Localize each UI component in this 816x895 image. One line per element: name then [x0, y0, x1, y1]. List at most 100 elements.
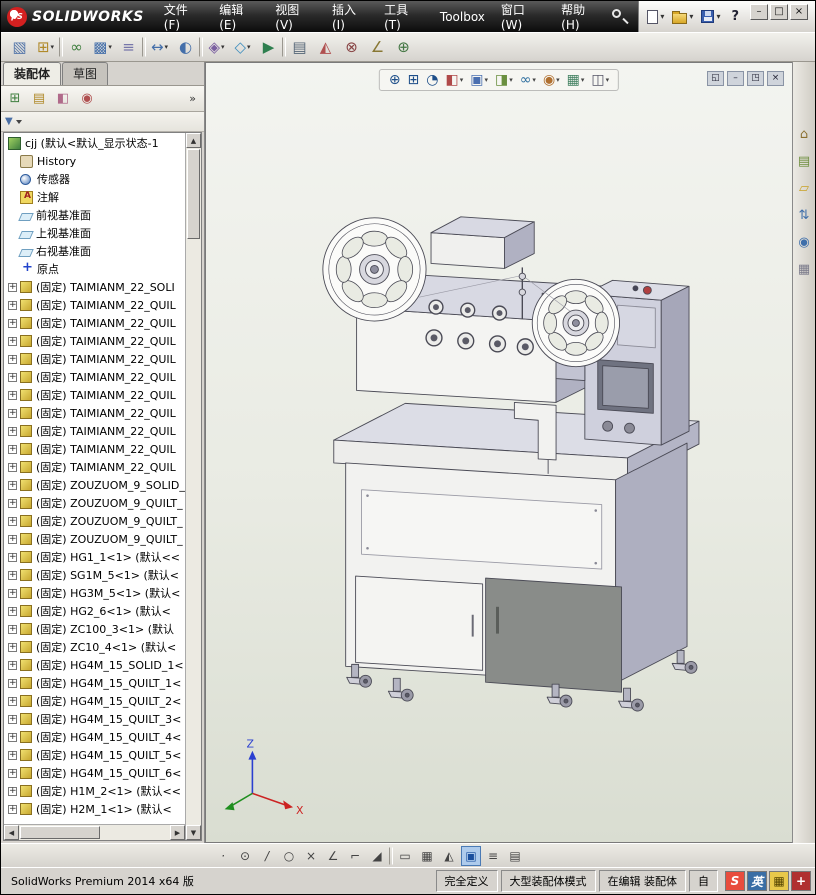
expand-icon[interactable]: [8, 534, 17, 544]
manager-overflow-icon[interactable]: »: [185, 92, 200, 105]
ime-settings-icon[interactable]: +: [791, 871, 811, 891]
tree-item[interactable]: (固定) H2M_1<1> (默认<: [4, 800, 185, 818]
tree-item[interactable]: (固定) HG3M_5<1> (默认<: [4, 584, 185, 602]
menu-item[interactable]: 编辑(E): [211, 1, 267, 32]
tree-item[interactable]: (固定) HG4M_15_QUILT_4<: [4, 728, 185, 746]
doc-close-icon[interactable]: ×: [767, 71, 784, 86]
expand-icon[interactable]: [8, 714, 17, 724]
vscroll-thumb[interactable]: [187, 149, 200, 239]
search-results-icon[interactable]: ⇅: [795, 205, 814, 225]
expand-icon[interactable]: [8, 390, 17, 400]
filter-dropdown-icon[interactable]: [15, 119, 22, 124]
tree-item[interactable]: (固定) SG1M_5<1> (默认<: [4, 566, 185, 584]
scroll-left-icon[interactable]: ◀: [4, 825, 19, 840]
open-document-icon[interactable]: [668, 8, 697, 26]
hscroll-thumb[interactable]: [20, 826, 100, 839]
toolbar-icon[interactable]: [142, 37, 146, 57]
zoom-area-icon[interactable]: ⊞: [406, 71, 422, 89]
tree-item[interactable]: (固定) TAIMIANM_22_QUIL: [4, 296, 185, 314]
tree-item[interactable]: (固定) TAIMIANM_22_QUIL: [4, 422, 185, 440]
appearances-icon[interactable]: ◉: [795, 232, 814, 252]
expand-icon[interactable]: [8, 750, 17, 760]
smart-fasteners-icon[interactable]: ≡: [116, 35, 141, 59]
hide-show-items-icon[interactable]: ∞: [518, 71, 538, 89]
scroll-up-icon[interactable]: ▲: [186, 133, 201, 148]
snap-icon[interactable]: [389, 846, 393, 865]
tree-item[interactable]: (固定) ZC10_4<1> (默认<: [4, 638, 185, 656]
ime-keyboard-icon[interactable]: ▦: [769, 871, 789, 891]
tree-item[interactable]: (固定) ZOUZUOM_9_SOLID_: [4, 476, 185, 494]
tab-assembly[interactable]: 装配体: [3, 62, 62, 85]
featuremanager-tab-icon[interactable]: ⊞: [5, 89, 25, 109]
interference-detection-icon[interactable]: ⊗: [339, 35, 364, 59]
sogou-icon[interactable]: S: [725, 871, 745, 891]
view-orientation-icon[interactable]: ▣: [468, 71, 490, 89]
tree-item[interactable]: (固定) TAIMIANM_22_QUIL: [4, 404, 185, 422]
snap-inference-icon[interactable]: ◭: [439, 846, 459, 866]
expand-icon[interactable]: [8, 660, 17, 670]
tree-item[interactable]: 右视基准面: [4, 242, 185, 260]
close-button[interactable]: ×: [790, 4, 808, 20]
menu-item[interactable]: 插入(I): [324, 1, 376, 32]
edit-component-icon[interactable]: ▧: [7, 35, 32, 59]
save-icon[interactable]: [697, 8, 724, 25]
expand-icon[interactable]: [8, 372, 17, 382]
expand-icon[interactable]: [8, 444, 17, 454]
menu-item[interactable]: 视图(V): [267, 1, 324, 32]
show-hidden-components-icon[interactable]: ◐: [173, 35, 198, 59]
toolbar-icon[interactable]: [199, 37, 203, 57]
expand-icon[interactable]: [8, 462, 17, 472]
grid-icon[interactable]: ▦: [417, 846, 437, 866]
help-button[interactable]: ?: [724, 9, 746, 24]
filter-icon[interactable]: ▼: [5, 116, 13, 127]
expand-icon[interactable]: [8, 408, 17, 418]
expand-icon[interactable]: [8, 696, 17, 706]
expand-icon[interactable]: [8, 552, 17, 562]
snap-center-icon[interactable]: ⊙: [235, 846, 255, 866]
shaded-sketch-contours-icon[interactable]: ▣: [461, 845, 481, 866]
expand-icon[interactable]: [8, 678, 17, 688]
tree-item[interactable]: (固定) TAIMIANM_22_QUIL: [4, 314, 185, 332]
previous-view-icon[interactable]: ◔: [424, 71, 440, 89]
expand-icon[interactable]: [8, 624, 17, 634]
assembly-features-icon[interactable]: ◈: [204, 35, 229, 59]
expand-icon[interactable]: [8, 570, 17, 580]
tree-item[interactable]: (固定) TAIMIANM_22_SOLI: [4, 278, 185, 296]
zoom-fit-icon[interactable]: ⊕: [387, 71, 403, 89]
snap-intersection-icon[interactable]: ×: [301, 846, 321, 866]
display-style-icon[interactable]: ◨: [493, 71, 515, 89]
tree-item[interactable]: History: [4, 152, 185, 170]
tree-item[interactable]: 上视基准面: [4, 224, 185, 242]
menu-item[interactable]: 窗口(W): [493, 1, 553, 32]
displaymanager-tab-icon[interactable]: ◉: [77, 89, 97, 109]
move-component-icon[interactable]: ↔: [147, 35, 172, 59]
configurationmanager-tab-icon[interactable]: ◧: [53, 89, 73, 109]
scroll-down-icon[interactable]: ▼: [186, 825, 201, 840]
ime-language-icon[interactable]: 英: [747, 871, 767, 891]
tree-item[interactable]: 注解: [4, 188, 185, 206]
tree-item[interactable]: (固定) HG4M_15_SOLID_1<: [4, 656, 185, 674]
expand-icon[interactable]: [8, 480, 17, 490]
instant2d-icon[interactable]: ≡: [483, 846, 503, 866]
scroll-right-icon[interactable]: ▶: [170, 825, 185, 840]
tree-item[interactable]: (固定) HG2_6<1> (默认<: [4, 602, 185, 620]
mass-properties-icon[interactable]: ⊕: [391, 35, 416, 59]
menu-item[interactable]: 帮助(H): [553, 1, 610, 32]
expand-icon[interactable]: [8, 804, 17, 814]
snap-tangent-icon[interactable]: ◢: [367, 846, 387, 866]
reference-geometry-icon[interactable]: ◇: [230, 35, 255, 59]
tree-item[interactable]: 前视基准面: [4, 206, 185, 224]
tree-item[interactable]: (固定) HG4M_15_QUILT_1<: [4, 674, 185, 692]
design-library-icon[interactable]: ▤: [795, 151, 814, 171]
exploded-view-icon[interactable]: ◭: [313, 35, 338, 59]
expand-icon[interactable]: [8, 786, 17, 796]
insert-components-icon[interactable]: ⊞: [33, 35, 58, 59]
expand-icon[interactable]: [8, 354, 17, 364]
menu-item[interactable]: Toolbox: [432, 1, 493, 32]
custom-properties-icon[interactable]: ▦: [795, 259, 814, 279]
tree-item[interactable]: cjj (默认<默认_显示状态-1: [4, 134, 185, 152]
tree-item[interactable]: (固定) TAIMIANM_22_QUIL: [4, 458, 185, 476]
expand-icon[interactable]: [8, 282, 17, 292]
tree-item[interactable]: (固定) HG4M_15_QUILT_2<: [4, 692, 185, 710]
snap-points-icon[interactable]: ·: [213, 846, 233, 866]
